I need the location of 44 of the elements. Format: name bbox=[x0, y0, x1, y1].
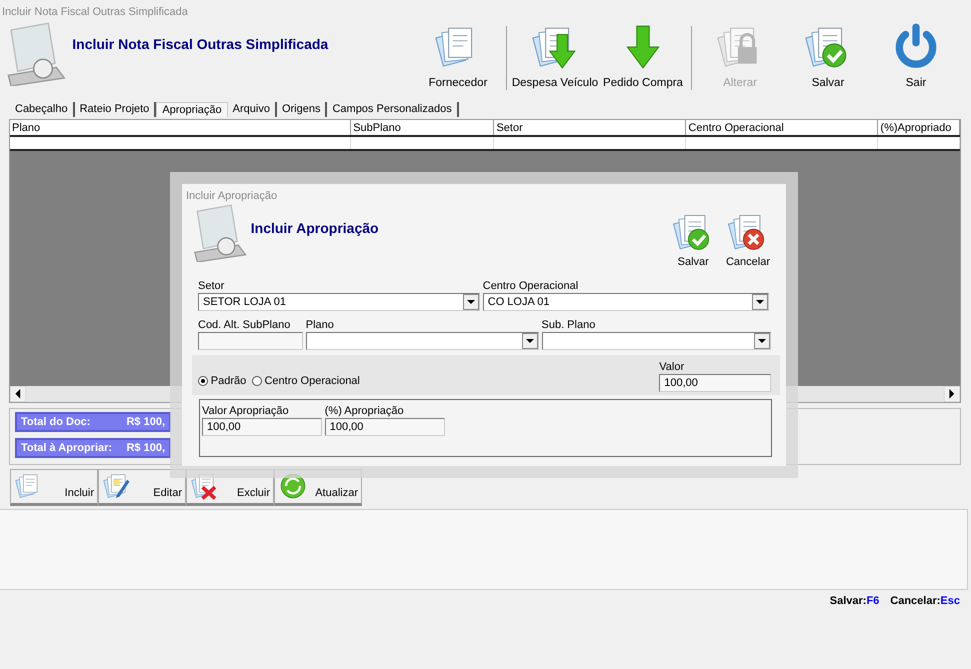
input-field[interactable]: 100,00 bbox=[202, 418, 322, 436]
action-button[interactable]: Editar bbox=[98, 469, 186, 506]
tab[interactable]: Origens bbox=[276, 102, 328, 117]
shortcut-hint: Cancelar:Esc bbox=[890, 594, 960, 609]
window-title: Incluir Nota Fiscal Outras Simplificada bbox=[1, 5, 189, 20]
dialog-title: Incluir Apropriação bbox=[185, 189, 278, 204]
column-header: Centro Operacional bbox=[686, 120, 878, 135]
radio-option[interactable]: Padrão bbox=[198, 372, 246, 390]
action-button[interactable]: Incluir bbox=[10, 469, 98, 506]
field-label: Plano bbox=[306, 318, 335, 332]
input-field[interactable]: 100,00 bbox=[324, 418, 445, 436]
toolbar-button[interactable]: Pedido Compra bbox=[599, 22, 687, 92]
shortcut-hint: Salvar:F6 bbox=[830, 594, 880, 609]
page-title: Incluir Nota Fiscal Outras Simplificada bbox=[72, 35, 328, 54]
column-header: Plano bbox=[10, 120, 352, 135]
total-label: Total do Doc: bbox=[21, 414, 90, 430]
total-value: R$ 100, bbox=[126, 414, 165, 430]
dialog-button[interactable]: Cancelar bbox=[722, 210, 774, 270]
tab[interactable]: Apropriação bbox=[156, 102, 228, 117]
input-field[interactable]: 100,00 bbox=[659, 374, 772, 392]
total-value: R$ 100, bbox=[126, 440, 165, 456]
tab[interactable]: Arquivo bbox=[228, 102, 277, 117]
column-header: (%)Apropriado bbox=[878, 120, 960, 135]
field-label: Valor bbox=[659, 360, 686, 374]
radio-option[interactable]: Centro Operacional bbox=[252, 372, 360, 390]
column-header: Setor bbox=[494, 120, 686, 135]
toolbar-button[interactable]: Fornecedor bbox=[414, 22, 502, 92]
field-label: Cod. Alt. SubPlano bbox=[198, 318, 292, 332]
dropdown-field[interactable]: CO LOJA 01 bbox=[482, 293, 769, 311]
dropdown-field[interactable]: SETOR LOJA 01 bbox=[198, 293, 480, 311]
field-label: (%) Apropriação bbox=[324, 404, 405, 418]
tab[interactable]: Cabeçalho bbox=[10, 102, 75, 117]
dialog-heading: Incluir Apropriação bbox=[250, 219, 379, 238]
dialog-button[interactable]: Salvar bbox=[667, 210, 720, 270]
field-label: Setor bbox=[198, 279, 226, 293]
field-label: Valor Apropriação bbox=[202, 404, 290, 418]
total-label: Total à Apropriar: bbox=[21, 440, 112, 456]
toolbar-button[interactable]: Salvar bbox=[784, 22, 872, 92]
tab[interactable]: Campos Personalizados bbox=[327, 102, 459, 117]
column-header: SubPlano bbox=[351, 120, 494, 135]
field-label: Sub. Plano bbox=[542, 318, 596, 332]
toolbar-button[interactable]: Sair bbox=[872, 22, 960, 92]
field-label: Centro Operacional bbox=[482, 279, 580, 293]
toolbar-button[interactable]: Despesa Veículo bbox=[511, 22, 599, 92]
